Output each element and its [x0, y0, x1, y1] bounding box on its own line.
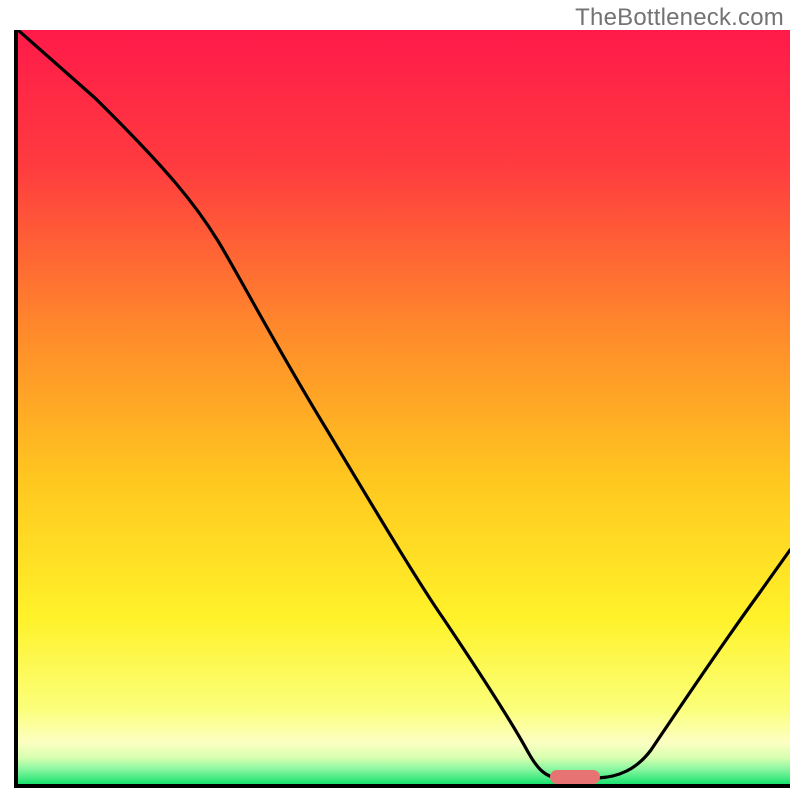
watermark-text: TheBottleneck.com [575, 4, 784, 32]
chart-axes [14, 30, 790, 788]
optimal-range-marker [550, 770, 600, 784]
chart-container: TheBottleneck.com [0, 0, 800, 800]
